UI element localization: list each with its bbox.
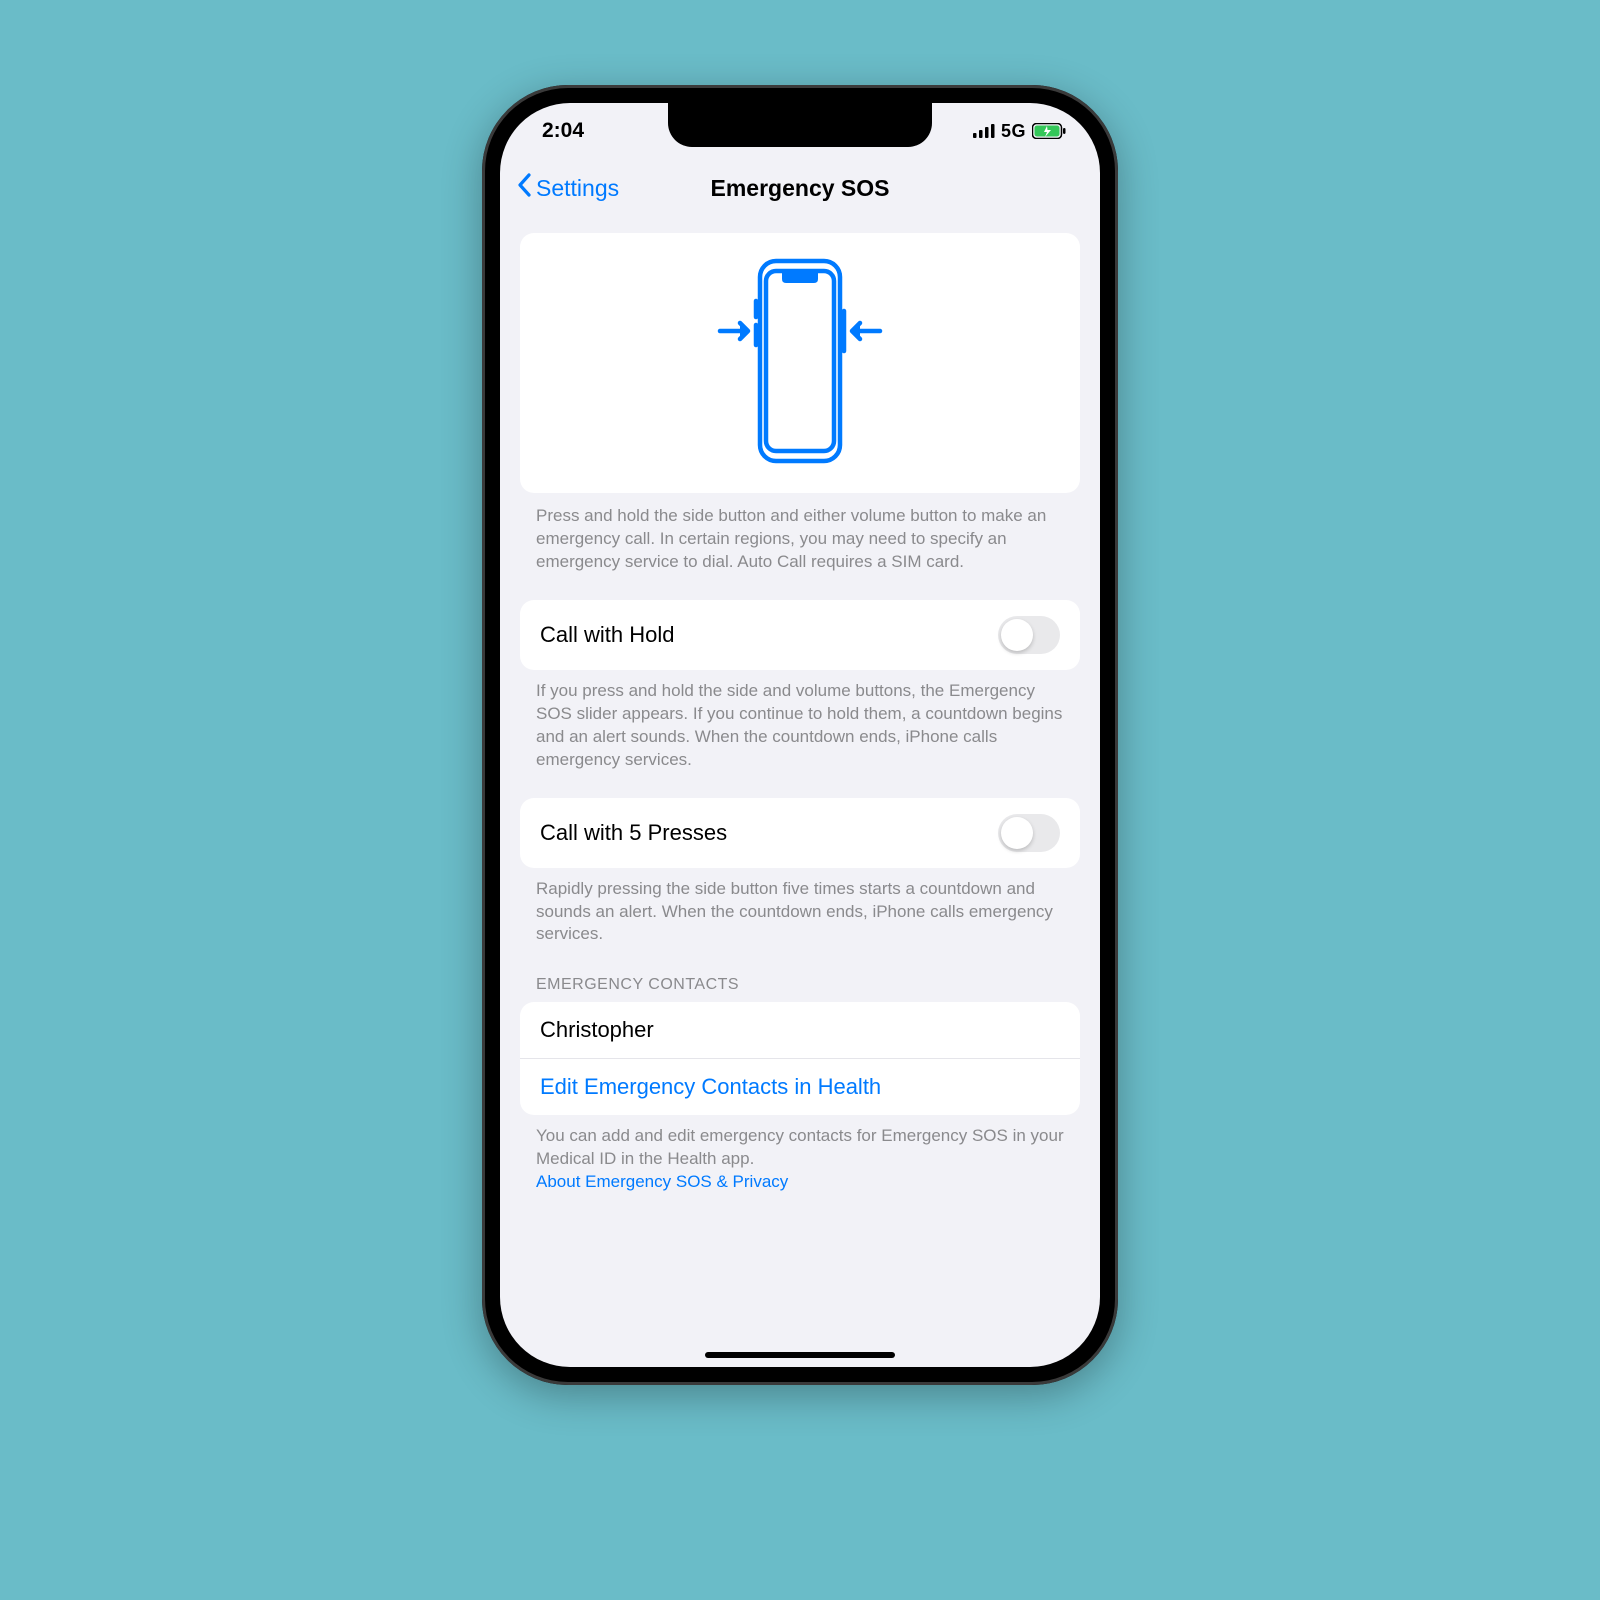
content: Press and hold the side button and eithe… bbox=[500, 233, 1100, 1254]
phone-press-illustration-icon bbox=[690, 251, 910, 476]
call-with-5-presses-toggle[interactable] bbox=[998, 814, 1060, 852]
call-with-hold-footer: If you press and hold the side and volum… bbox=[500, 680, 1100, 772]
contacts-list: Christopher Edit Emergency Contacts in H… bbox=[520, 1002, 1080, 1115]
phone-frame: 2:04 5G Settings bbox=[482, 85, 1118, 1385]
nav-bar: Settings Emergency SOS bbox=[500, 159, 1100, 217]
contacts-footer-text: You can add and edit emergency contacts … bbox=[536, 1126, 1064, 1168]
network-label: 5G bbox=[1001, 121, 1026, 142]
hero-illustration bbox=[520, 233, 1080, 493]
call-with-5-presses-row: Call with 5 Presses bbox=[520, 798, 1080, 868]
call-with-hold-label: Call with Hold bbox=[540, 622, 675, 648]
home-indicator[interactable] bbox=[705, 1352, 895, 1358]
privacy-link[interactable]: About Emergency SOS & Privacy bbox=[536, 1172, 788, 1191]
call-with-hold-toggle[interactable] bbox=[998, 616, 1060, 654]
hero-footer: Press and hold the side button and eithe… bbox=[500, 505, 1100, 574]
contacts-footer: You can add and edit emergency contacts … bbox=[500, 1125, 1100, 1194]
chevron-left-icon bbox=[516, 173, 532, 203]
battery-charging-icon bbox=[1032, 123, 1066, 139]
notch bbox=[668, 103, 932, 147]
contacts-header: EMERGENCY CONTACTS bbox=[500, 976, 1100, 994]
back-label: Settings bbox=[536, 175, 619, 202]
call-with-5-presses-label: Call with 5 Presses bbox=[540, 820, 727, 846]
screen: 2:04 5G Settings bbox=[500, 103, 1100, 1367]
status-time: 2:04 bbox=[542, 119, 584, 143]
back-button[interactable]: Settings bbox=[516, 173, 619, 203]
call-with-5-presses-footer: Rapidly pressing the side button five ti… bbox=[500, 878, 1100, 947]
contact-row[interactable]: Christopher bbox=[520, 1002, 1080, 1059]
edit-contacts-button[interactable]: Edit Emergency Contacts in Health bbox=[520, 1059, 1080, 1115]
call-with-hold-row: Call with Hold bbox=[520, 600, 1080, 670]
cellular-signal-icon bbox=[973, 124, 995, 138]
